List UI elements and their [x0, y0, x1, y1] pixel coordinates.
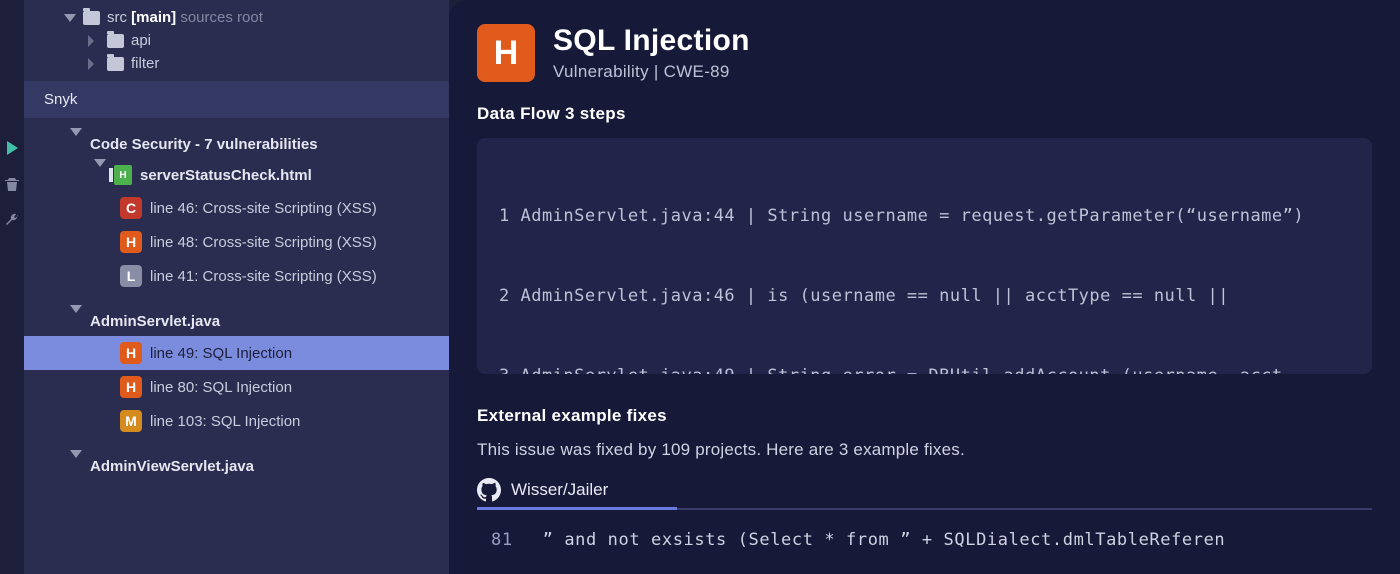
flow-step[interactable]: 3 AdminServlet.java:49 | String error = …: [499, 356, 1350, 374]
section-title: Code Security - 7 vulnerabilities: [90, 136, 318, 153]
detail-title: SQL Injection: [553, 24, 750, 58]
severity-high-icon: H: [120, 376, 142, 398]
folder-icon: [107, 57, 124, 71]
issue-row[interactable]: M line 103: SQL Injection: [24, 404, 449, 438]
detail-header: H SQL Injection Vulnerability | CWE-89: [477, 24, 1372, 82]
file-row[interactable]: H serverStatusCheck.html: [24, 159, 449, 191]
issue-row[interactable]: C line 46: Cross-site Scripting (XSS): [24, 191, 449, 225]
chevron-down-icon: [94, 167, 106, 184]
folder-icon: [107, 34, 124, 48]
file-row[interactable]: AdminViewServlet.java: [24, 452, 449, 481]
issue-row[interactable]: L line 41: Cross-site Scripting (XSS): [24, 259, 449, 293]
wrench-icon[interactable]: [4, 212, 20, 228]
chevron-right-icon: [88, 58, 100, 70]
section-code-security[interactable]: Code Security - 7 vulnerabilities: [24, 130, 449, 159]
folder-icon: [83, 11, 100, 25]
tab-underline-active: [477, 507, 677, 510]
issue-label: line 80: SQL Injection: [150, 379, 292, 396]
data-flow-box: 1 AdminServlet.java:44 | String username…: [477, 138, 1372, 374]
issue-label: line 49: SQL Injection: [150, 345, 292, 362]
file-row[interactable]: AdminServlet.java: [24, 307, 449, 336]
play-run-icon[interactable]: [4, 140, 20, 156]
chevron-down-icon: [70, 458, 82, 475]
tree-root-row[interactable]: src [main] sources root: [64, 6, 429, 29]
tree-child-label: api: [131, 32, 151, 49]
severity-low-icon: L: [120, 265, 142, 287]
chevron-down-icon: [70, 136, 82, 153]
flow-step[interactable]: 1 AdminServlet.java:44 | String username…: [499, 196, 1350, 236]
issue-label: line 46: Cross-site Scripting (XSS): [150, 200, 377, 217]
file-name: AdminServlet.java: [90, 313, 220, 330]
flow-step[interactable]: 2 AdminServlet.java:46 | is (username ==…: [499, 276, 1350, 316]
severity-high-icon: H: [120, 231, 142, 253]
tree-child-label: filter: [131, 55, 159, 72]
issue-label: line 48: Cross-site Scripting (XSS): [150, 234, 377, 251]
issue-row[interactable]: H line 80: SQL Injection: [24, 370, 449, 404]
severity-medium-icon: M: [120, 410, 142, 432]
detail-subtitle: Vulnerability | CWE-89: [553, 62, 750, 82]
sidebar: src [main] sources root api filter Snyk …: [24, 0, 449, 574]
fix-tab[interactable]: Wisser/Jailer: [477, 478, 1372, 510]
file-name: serverStatusCheck.html: [140, 167, 312, 184]
tree-child-api[interactable]: api: [64, 29, 429, 52]
external-fixes-title: External example fixes: [477, 406, 1372, 426]
detail-title-block: SQL Injection Vulnerability | CWE-89: [553, 24, 750, 82]
fix-repo-name: Wisser/Jailer: [511, 480, 608, 500]
snyk-label: Snyk: [44, 91, 77, 108]
project-tree: src [main] sources root api filter: [24, 0, 449, 81]
file-html-icon: H: [114, 165, 132, 185]
tree-root-label: src [main] sources root: [107, 9, 263, 26]
issue-row[interactable]: H line 49: SQL Injection: [24, 336, 449, 370]
issue-row[interactable]: H line 48: Cross-site Scripting (XSS): [24, 225, 449, 259]
chevron-right-icon: [88, 35, 100, 47]
issue-detail-panel: H SQL Injection Vulnerability | CWE-89 D…: [449, 0, 1400, 574]
chevron-down-icon: [64, 14, 76, 22]
tree-child-filter[interactable]: filter: [64, 52, 429, 75]
snyk-panel-header[interactable]: Snyk: [24, 81, 449, 118]
github-icon: [477, 478, 501, 502]
left-gutter: [0, 0, 24, 574]
trash-icon[interactable]: [4, 176, 20, 192]
issue-label: line 41: Cross-site Scripting (XSS): [150, 268, 377, 285]
chevron-down-icon: [70, 313, 82, 330]
data-flow-title: Data Flow 3 steps: [477, 104, 1372, 124]
code-line: ” and not exsists (Select * from ” + SQL…: [543, 530, 1226, 550]
severity-critical-icon: C: [120, 197, 142, 219]
line-number: 81: [491, 530, 513, 550]
severity-high-icon: H: [120, 342, 142, 364]
issues-panel: Code Security - 7 vulnerabilities H serv…: [24, 118, 449, 574]
issue-label: line 103: SQL Injection: [150, 413, 300, 430]
fix-code-preview: 81 ” and not exsists (Select * from ” + …: [477, 530, 1372, 550]
file-name: AdminViewServlet.java: [90, 458, 254, 475]
external-fixes-desc: This issue was fixed by 109 projects. He…: [477, 440, 1372, 460]
severity-high-icon: H: [477, 24, 535, 82]
